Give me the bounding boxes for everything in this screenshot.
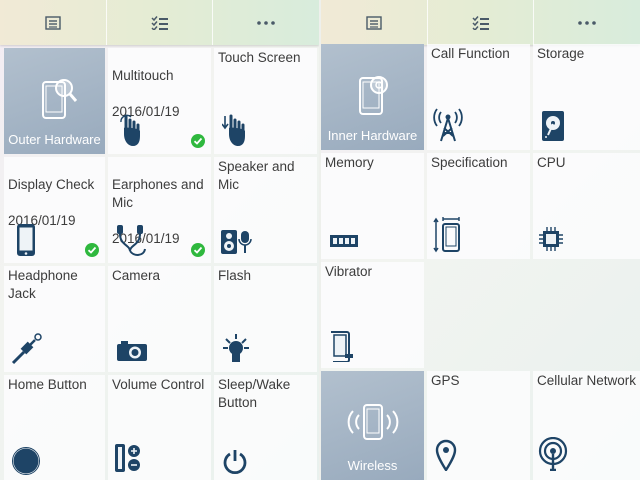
tile-label: Outer Hardware xyxy=(8,132,101,147)
tile-volume-control[interactable]: Volume Control xyxy=(108,375,211,480)
tile-cpu[interactable]: CPU xyxy=(533,153,640,259)
tile-empty xyxy=(427,262,530,368)
tile-touch-screen[interactable]: Touch Screen xyxy=(214,48,317,154)
volume-control-icon xyxy=(115,444,140,472)
check-icon xyxy=(191,243,205,257)
display-icon xyxy=(17,224,35,256)
checklist-icon[interactable] xyxy=(107,0,214,45)
vibrator-icon xyxy=(331,331,353,362)
tile-wireless[interactable]: Wireless xyxy=(321,371,424,480)
list-icon[interactable] xyxy=(0,0,107,45)
multitouch-icon xyxy=(120,114,140,146)
more-icon[interactable] xyxy=(213,0,319,45)
tile-label: Vibrator xyxy=(325,264,373,279)
memory-icon xyxy=(330,235,358,247)
tile-label: Volume Control xyxy=(112,377,205,392)
wireless-icon xyxy=(347,404,399,440)
tile-label: Earphones and Mic xyxy=(112,177,204,210)
tile-label-block: Display Check 2016/01/19 xyxy=(8,158,102,230)
more-icon[interactable] xyxy=(534,0,640,45)
tile-storage[interactable]: Storage xyxy=(533,44,640,150)
antenna-icon xyxy=(433,108,463,142)
tile-memory[interactable]: Memory xyxy=(321,153,424,259)
speaker-mic-icon xyxy=(221,230,252,254)
checklist-icon[interactable] xyxy=(428,0,535,45)
tile-label: Home Button xyxy=(8,377,87,392)
tile-label: Specification xyxy=(431,155,508,170)
tile-label: Flash xyxy=(218,268,252,283)
phone-gear-icon xyxy=(359,76,388,115)
tile-gps[interactable]: GPS xyxy=(427,371,530,480)
tile-label: Camera xyxy=(112,268,161,283)
tile-specification[interactable]: Specification xyxy=(427,153,530,259)
tile-label: Inner Hardware xyxy=(327,128,418,143)
tile-label: Headphone Jack xyxy=(8,268,78,301)
tile-empty xyxy=(533,262,640,368)
tile-label: Call Function xyxy=(431,46,510,61)
tile-label: Touch Screen xyxy=(218,50,301,65)
flash-icon xyxy=(223,334,249,362)
tile-label: Wireless xyxy=(347,458,398,473)
tile-flash[interactable]: Flash xyxy=(214,266,317,372)
cpu-icon xyxy=(539,227,563,251)
phone-search-icon xyxy=(42,79,78,119)
check-icon xyxy=(191,134,205,148)
toolbar xyxy=(0,0,319,45)
tile-label: GPS xyxy=(431,373,460,388)
power-icon xyxy=(223,450,247,475)
tile-cellular-network[interactable]: Cellular Network xyxy=(533,371,640,480)
toolbar xyxy=(321,0,640,45)
tile-camera[interactable]: Camera xyxy=(108,266,211,372)
tile-call-function[interactable]: Call Function xyxy=(427,44,530,150)
hard-drive-icon xyxy=(542,111,564,141)
tile-label: Display Check xyxy=(8,177,95,192)
tile-outer-hardware[interactable]: Outer Hardware xyxy=(4,48,105,154)
tile-headphone-jack[interactable]: Headphone Jack xyxy=(4,266,105,372)
tile-label: Memory xyxy=(325,155,374,170)
tile-sleep-wake[interactable]: Sleep/Wake Button xyxy=(214,375,317,480)
tile-inner-hardware[interactable]: Inner Hardware xyxy=(321,44,424,150)
tile-label: Speaker and Mic xyxy=(218,159,295,192)
tile-home-button[interactable]: Home Button xyxy=(4,375,105,480)
tile-label: Multitouch xyxy=(112,68,174,83)
tile-earphones-mic[interactable]: Earphones and Mic 2016/01/19 xyxy=(108,157,211,263)
check-icon xyxy=(85,243,99,257)
tile-multitouch[interactable]: Multitouch 2016/01/19 xyxy=(108,48,211,154)
tile-label: Sleep/Wake Button xyxy=(218,377,291,410)
earphones-icon xyxy=(117,225,146,256)
specification-icon xyxy=(433,217,460,253)
inner-hardware-panel: Inner Hardware Call Function Storage Mem… xyxy=(321,0,640,480)
tile-label: CPU xyxy=(537,155,566,170)
tile-display-check[interactable]: Display Check 2016/01/19 xyxy=(4,157,105,263)
cellular-icon xyxy=(538,437,568,471)
tile-label: Storage xyxy=(537,46,585,61)
headphone-jack-icon xyxy=(11,333,42,365)
list-icon[interactable] xyxy=(321,0,428,45)
tile-speaker-mic[interactable]: Speaker and Mic xyxy=(214,157,317,263)
outer-hardware-panel: Outer Hardware Multitouch 2016/01/19 Tou… xyxy=(0,0,319,480)
home-button-icon xyxy=(12,447,40,475)
camera-icon xyxy=(117,341,147,361)
tile-label: Cellular Network xyxy=(537,373,637,388)
touch-screen-icon xyxy=(222,114,245,146)
tile-label-block: Multitouch 2016/01/19 xyxy=(112,49,208,121)
gps-icon xyxy=(435,439,457,471)
tile-vibrator[interactable]: Vibrator xyxy=(321,262,424,368)
